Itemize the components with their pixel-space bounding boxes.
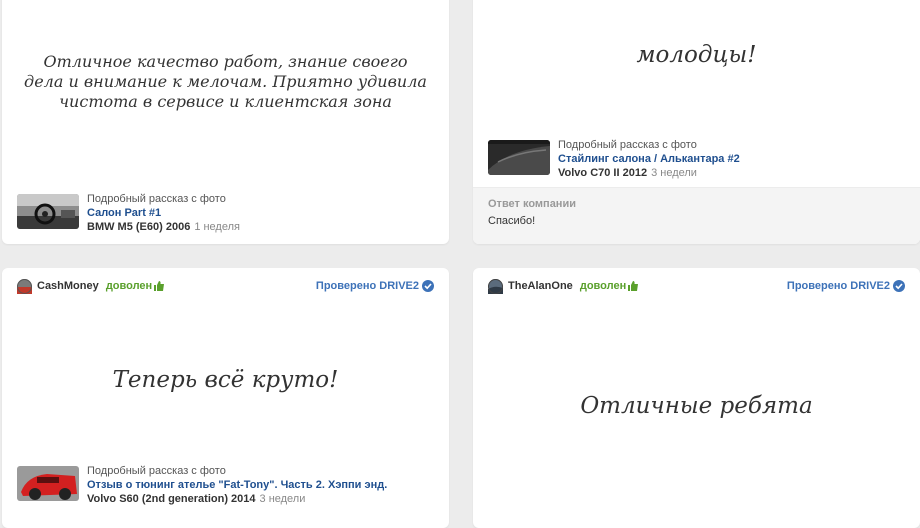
story-thumbnail[interactable] — [488, 140, 550, 175]
reply-text: Спасибо! — [488, 215, 536, 227]
verified-check-icon — [893, 280, 905, 295]
review-text: молодцы! — [636, 42, 757, 68]
review-header: CashMoney доволен Проверено DRIVE2 — [17, 279, 434, 295]
car-name[interactable]: Volvo C70 II 2012 — [558, 167, 647, 179]
status-text: доволен — [579, 280, 627, 292]
story-title-link[interactable]: Стайлинг салона / Алькантара #2 — [558, 152, 740, 166]
story-title-link[interactable]: Отзыв о тюнинг ателье "Fat-Tony". Часть … — [87, 478, 387, 492]
status-badge: доволен — [579, 280, 639, 294]
status-text: доволен — [105, 280, 153, 292]
story-thumbnail[interactable] — [17, 194, 79, 229]
story-time: 1 неделя — [194, 221, 240, 233]
story-meta: Volvo C70 II 2012 3 недели — [558, 166, 740, 180]
car-name[interactable]: BMW M5 (E60) 2006 — [87, 221, 190, 233]
username-link[interactable]: CashMoney — [37, 280, 99, 292]
verified-check-icon — [422, 280, 434, 295]
company-reply: Ответ компании Спасибо! — [473, 187, 920, 244]
review-card: CashMoney доволен Проверено DRIVE2 Тепер… — [2, 268, 449, 528]
story-meta: Volvo S60 (2nd generation) 2014 3 недели — [87, 492, 387, 506]
verified-text: Проверено DRIVE2 — [315, 280, 419, 292]
story-caption: Подробный рассказ с фото — [87, 193, 226, 205]
username-link[interactable]: TheAlanOne — [508, 280, 573, 292]
user-line: CashMoney доволен — [37, 280, 165, 294]
story-title-link[interactable]: Салон Part #1 — [87, 206, 240, 220]
user-line: TheAlanOne доволен — [508, 280, 639, 294]
thumbs-up-icon — [154, 281, 165, 294]
story-meta: BMW M5 (E60) 2006 1 неделя — [87, 220, 240, 234]
reply-label: Ответ компании — [488, 198, 576, 210]
story-time: 3 недели — [259, 493, 306, 505]
review-card: молодцы! Подробный рассказ с фото Стайли… — [473, 0, 920, 244]
story-caption: Подробный рассказ с фото — [558, 139, 697, 151]
review-text: Теперь всё круто! — [112, 367, 339, 393]
story-caption: Подробный рассказ с фото — [87, 465, 226, 477]
avatar[interactable] — [488, 279, 503, 294]
review-text: Отличные ребята — [580, 393, 813, 419]
verified-badge[interactable]: Проверено DRIVE2 — [316, 280, 434, 295]
thumbs-up-icon — [628, 281, 639, 294]
status-badge: доволен — [105, 280, 165, 294]
review-card: Отличное качество работ, знание своего д… — [2, 0, 449, 244]
review-text: Отличное качество работ, знание своего д… — [24, 52, 427, 111]
review-card: TheAlanOne доволен Проверено DRIVE2 Отли… — [473, 268, 920, 528]
car-name[interactable]: Volvo S60 (2nd generation) 2014 — [87, 493, 256, 505]
verified-text: Проверено DRIVE2 — [786, 280, 890, 292]
story-time: 3 недели — [651, 167, 697, 179]
avatar[interactable] — [17, 279, 32, 294]
verified-badge[interactable]: Проверено DRIVE2 — [787, 280, 905, 295]
review-header: TheAlanOne доволен Проверено DRIVE2 — [488, 279, 905, 295]
story-thumbnail[interactable] — [17, 466, 79, 501]
